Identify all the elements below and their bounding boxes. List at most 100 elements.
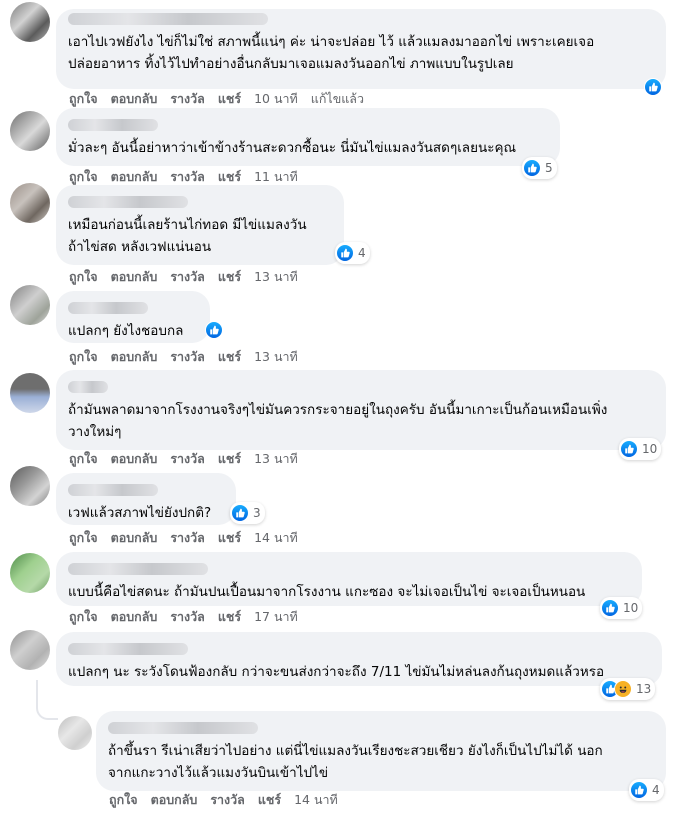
share-link[interactable]: แชร์ (218, 347, 241, 367)
comment-bubble: ถ้าขึ้นรา รีเน่าเสียว่าไปอย่าง แต่นี่ไข่… (96, 711, 666, 791)
like-link[interactable]: ถูกใจ (69, 449, 98, 469)
like-link[interactable]: ถูกใจ (69, 347, 98, 367)
award-link[interactable]: รางวัล (170, 347, 205, 367)
avatar[interactable] (10, 2, 50, 42)
timestamp[interactable]: 13 นาที (254, 267, 298, 287)
avatar[interactable] (10, 553, 50, 593)
comment-actions: ถูกใจ ตอบกลับ รางวัล แชร์ 10 นาที แก้ไขแล้ว (69, 89, 377, 109)
reaction-summary[interactable]: 10 (619, 438, 662, 460)
like-link[interactable]: ถูกใจ (69, 89, 98, 109)
timestamp[interactable]: 13 นาที (254, 347, 298, 367)
comment-actions: ถูกใจ ตอบกลับ รางวัล แชร์ 13 นาที (69, 267, 311, 287)
share-link[interactable]: แชร์ (218, 528, 241, 548)
reply-link[interactable]: ตอบกลับ (111, 607, 158, 627)
share-link[interactable]: แชร์ (258, 790, 281, 810)
timestamp[interactable]: 11 นาที (254, 167, 298, 187)
comment-text: แปลกๆ ยังไงชอบกล (68, 320, 198, 342)
reaction-summary[interactable]: 5 (522, 157, 557, 179)
reply-link[interactable]: ตอบกลับ (111, 89, 158, 109)
award-link[interactable]: รางวัล (210, 790, 245, 810)
like-icon (205, 321, 223, 339)
comment-line: ปล่อยอาหาร ทิ้งไว้ไปทำอย่างอื่นกลับมาเจอ… (68, 56, 514, 72)
timestamp[interactable]: 14 นาที (254, 528, 298, 548)
like-link[interactable]: ถูกใจ (69, 267, 98, 287)
award-link[interactable]: รางวัล (170, 167, 205, 187)
commenter-name[interactable] (68, 13, 268, 25)
commenter-name[interactable] (68, 302, 148, 314)
commenter-name[interactable] (68, 119, 158, 131)
comment-bubble: เอาไปเวฟยังไง ไข่ก็ไม่ใช่ สภาพนี้แน่ๆ ค่… (56, 9, 666, 89)
like-link[interactable]: ถูกใจ (69, 167, 98, 187)
timestamp[interactable]: 13 นาที (254, 449, 298, 469)
comment-bubble: เหมือนก่อนนี้เลยร้านไก่ทอด มีไข่แมลงวัน … (56, 185, 344, 265)
share-link[interactable]: แชร์ (218, 607, 241, 627)
comment-text: มั่วละๆ อันนี้อย่าหาว่าเข้าข้างร้านสะดวก… (68, 137, 548, 159)
share-link[interactable]: แชร์ (218, 449, 241, 469)
comment-bubble: แปลกๆ นะ ระวังโดนฟ้องกลับ กว่าจะขนส่งกว่… (56, 632, 662, 686)
award-link[interactable]: รางวัล (170, 89, 205, 109)
reaction-count: 13 (636, 682, 652, 696)
comment-actions: ถูกใจ ตอบกลับ รางวัล แชร์ 13 นาที (69, 347, 311, 367)
commenter-name[interactable] (108, 722, 258, 734)
reaction-summary[interactable]: 13 (600, 678, 656, 700)
comment-line: แปลกๆ นะ ระวังโดนฟ้องกลับ กว่าจะขนส่งกว่… (68, 664, 605, 680)
comment-text: แบบนี้คือไข่สดนะ ถ้ามันปนเปื้อนมาจากโรงง… (68, 581, 630, 603)
comment-text: เหมือนก่อนนี้เลยร้านไก่ทอด มีไข่แมลงวัน … (68, 214, 332, 258)
share-link[interactable]: แชร์ (218, 267, 241, 287)
commenter-name[interactable] (68, 563, 208, 575)
reply-link[interactable]: ตอบกลับ (111, 267, 158, 287)
reply-link[interactable]: ตอบกลับ (111, 449, 158, 469)
comment-line: ถ้าขึ้นรา รีเน่าเสียว่าไปอย่าง แต่นี่ไข่… (108, 743, 603, 759)
commenter-name[interactable] (68, 484, 158, 496)
reaction-summary[interactable]: 4 (629, 779, 664, 801)
award-link[interactable]: รางวัล (170, 449, 205, 469)
comment-line: เอาไปเวฟยังไง ไข่ก็ไม่ใช่ สภาพนี้แน่ๆ ค่… (68, 34, 595, 50)
comment-text: เวฟแล้วสภาพไข่ยังปกติ? (68, 502, 224, 524)
timestamp[interactable]: 14 นาที (294, 790, 338, 810)
like-link[interactable]: ถูกใจ (69, 607, 98, 627)
avatar[interactable] (10, 183, 50, 223)
like-link[interactable]: ถูกใจ (109, 790, 138, 810)
comment-actions: ถูกใจ ตอบกลับ รางวัล แชร์ 14 นาที (109, 790, 351, 810)
comment-bubble: แบบนี้คือไข่สดนะ ถ้ามันปนเปื้อนมาจากโรงง… (56, 552, 642, 606)
share-link[interactable]: แชร์ (218, 89, 241, 109)
timestamp[interactable]: 10 นาที (254, 89, 298, 109)
comment-line: เหมือนก่อนนี้เลยร้านไก่ทอด มีไข่แมลงวัน (68, 217, 307, 233)
award-link[interactable]: รางวัล (170, 267, 205, 287)
like-icon (336, 244, 354, 262)
like-icon (523, 159, 541, 177)
commenter-name[interactable] (68, 196, 188, 208)
avatar[interactable] (10, 373, 50, 413)
comment-line: จากแกะวางไว้แล้วแมงวันบินเข้าไปไข่ (108, 765, 329, 781)
reply-link[interactable]: ตอบกลับ (111, 528, 158, 548)
reaction-summary[interactable]: 4 (335, 242, 370, 264)
like-icon (620, 440, 638, 458)
reaction-summary[interactable]: 10 (600, 597, 643, 619)
reply-link[interactable]: ตอบกลับ (111, 167, 158, 187)
commenter-name[interactable] (68, 381, 108, 393)
reaction-summary[interactable]: 3 (230, 502, 265, 524)
avatar[interactable] (10, 111, 50, 151)
like-icon (630, 781, 648, 799)
comment-line: ถ้ามันพลาดมาจากโรงงานจริงๆไข่มันควรกระจา… (68, 402, 608, 418)
like-icon (644, 78, 662, 96)
comment-line: มั่วละๆ อันนี้อย่าหาว่าเข้าข้างร้านสะดวก… (68, 140, 517, 156)
award-link[interactable]: รางวัล (170, 528, 205, 548)
comment-bubble: มั่วละๆ อันนี้อย่าหาว่าเข้าข้างร้านสะดวก… (56, 108, 560, 166)
commenter-name[interactable] (68, 643, 188, 655)
reply-link[interactable]: ตอบกลับ (151, 790, 198, 810)
avatar[interactable] (10, 466, 50, 506)
reaction-summary[interactable] (204, 319, 227, 341)
share-link[interactable]: แชร์ (218, 167, 241, 187)
reaction-summary[interactable] (643, 76, 666, 98)
like-link[interactable]: ถูกใจ (69, 528, 98, 548)
avatar[interactable] (58, 716, 92, 750)
award-link[interactable]: รางวัล (170, 607, 205, 627)
haha-icon (614, 680, 632, 698)
reply-thread-line (36, 680, 58, 720)
comment-bubble: ถ้ามันพลาดมาจากโรงงานจริงๆไข่มันควรกระจา… (56, 370, 666, 450)
timestamp[interactable]: 17 นาที (254, 607, 298, 627)
avatar[interactable] (10, 630, 50, 670)
reply-link[interactable]: ตอบกลับ (111, 347, 158, 367)
avatar[interactable] (10, 285, 50, 325)
